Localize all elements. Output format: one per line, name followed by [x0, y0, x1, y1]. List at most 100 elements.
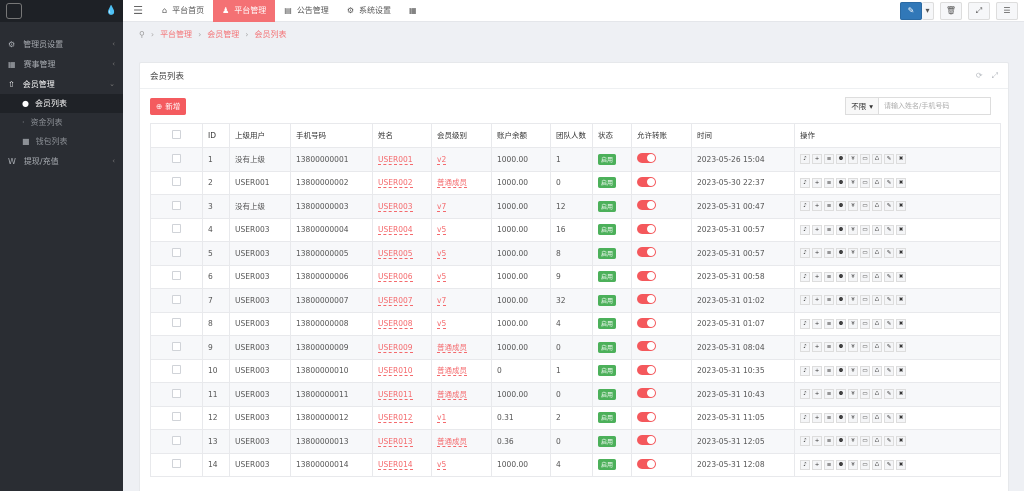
edit-icon[interactable]: ✎ [884, 436, 894, 447]
sidebar-item-admin-settings[interactable]: ⚙ 管理员设置 ‹ [0, 34, 123, 54]
status-badge[interactable]: 启用 [598, 412, 617, 424]
plus-icon[interactable]: + [812, 389, 822, 400]
cell-name-link[interactable]: USER003 [378, 201, 413, 212]
row-checkbox[interactable] [172, 412, 181, 422]
allow-transfer-toggle[interactable] [637, 223, 656, 234]
search-input[interactable] [879, 97, 991, 115]
delete-icon[interactable]: ✖ [896, 389, 906, 400]
card-icon[interactable]: ▭ [860, 342, 870, 353]
edit-icon[interactable]: ✎ [884, 154, 894, 165]
plus-icon[interactable]: + [812, 177, 822, 188]
yen-icon[interactable]: ¥ [848, 201, 858, 212]
list-icon[interactable]: ≡ [824, 201, 834, 212]
delete-icon[interactable]: ✖ [896, 295, 906, 306]
row-checkbox[interactable] [172, 200, 181, 210]
row-checkbox[interactable] [172, 177, 181, 187]
cell-name-link[interactable]: USER006 [378, 272, 413, 283]
plus-icon[interactable]: + [812, 459, 822, 470]
delete-icon[interactable]: ✖ [896, 318, 906, 329]
yen-icon[interactable]: ¥ [848, 412, 858, 423]
users-icon[interactable]: ⚉ [836, 224, 846, 235]
plus-icon[interactable]: + [812, 318, 822, 329]
status-badge[interactable]: 启用 [598, 247, 617, 259]
list-icon[interactable]: ≡ [824, 295, 834, 306]
status-badge[interactable]: 启用 [598, 294, 617, 306]
allow-transfer-toggle[interactable] [637, 341, 656, 352]
edit-icon[interactable]: ✎ [884, 318, 894, 329]
sidebar-right-toggle-button[interactable]: ☰ [996, 1, 1018, 20]
cell-level-link[interactable]: 普通成员 [437, 366, 467, 377]
cell-name-link[interactable]: USER011 [378, 389, 413, 400]
yen-icon[interactable]: ¥ [848, 342, 858, 353]
card-icon[interactable]: ▭ [860, 201, 870, 212]
clear-cache-button[interactable]: 🗑 [940, 1, 962, 20]
bell-icon[interactable]: ♪ [800, 318, 810, 329]
cell-level-link[interactable]: v1 [437, 413, 447, 424]
cell-level-link[interactable]: 普通成员 [437, 178, 467, 189]
recycle-icon[interactable]: ♺ [872, 295, 882, 306]
sidebar-item-members[interactable]: ⇧ 会员管理 ⌄ [0, 74, 123, 94]
delete-icon[interactable]: ✖ [896, 271, 906, 282]
list-icon[interactable]: ≡ [824, 154, 834, 165]
delete-icon[interactable]: ✖ [896, 224, 906, 235]
cell-level-link[interactable]: v5 [437, 319, 447, 330]
list-icon[interactable]: ≡ [824, 177, 834, 188]
edit-icon[interactable]: ✎ [884, 342, 894, 353]
plus-icon[interactable]: + [812, 224, 822, 235]
status-badge[interactable]: 启用 [598, 435, 617, 447]
expand-icon[interactable]: ⤢ [992, 71, 998, 81]
plus-icon[interactable]: + [812, 295, 822, 306]
tab-platform-home[interactable]: ⌂ 平台首页 [153, 0, 213, 22]
card-icon[interactable]: ▭ [860, 295, 870, 306]
edit-icon[interactable]: ✎ [884, 389, 894, 400]
status-badge[interactable]: 启用 [598, 318, 617, 330]
recycle-icon[interactable]: ♺ [872, 177, 882, 188]
cell-name-link[interactable]: USER009 [378, 342, 413, 353]
edit-icon[interactable]: ✎ [884, 201, 894, 212]
row-checkbox[interactable] [172, 271, 181, 281]
menu-toggle-icon[interactable]: ☰ [123, 4, 153, 17]
tab-notice-manage[interactable]: ▤ 公告管理 [275, 0, 338, 22]
users-icon[interactable]: ⚉ [836, 318, 846, 329]
row-checkbox[interactable] [172, 388, 181, 398]
bell-icon[interactable]: ♪ [800, 271, 810, 282]
users-icon[interactable]: ⚉ [836, 295, 846, 306]
tab-extra[interactable]: ▦ [400, 0, 426, 22]
breadcrumb-item[interactable]: 会员列表 [254, 29, 286, 40]
row-checkbox[interactable] [172, 294, 181, 304]
bell-icon[interactable]: ♪ [800, 412, 810, 423]
cell-level-link[interactable]: v5 [437, 248, 447, 259]
yen-icon[interactable]: ¥ [848, 318, 858, 329]
allow-transfer-toggle[interactable] [637, 364, 656, 375]
delete-icon[interactable]: ✖ [896, 248, 906, 259]
delete-icon[interactable]: ✖ [896, 365, 906, 376]
allow-transfer-toggle[interactable] [637, 176, 656, 187]
breadcrumb-item[interactable]: 平台管理 [160, 29, 192, 40]
bell-icon[interactable]: ♪ [800, 224, 810, 235]
row-checkbox[interactable] [172, 247, 181, 257]
status-badge[interactable]: 启用 [598, 271, 617, 283]
recycle-icon[interactable]: ♺ [872, 436, 882, 447]
allow-transfer-toggle[interactable] [637, 458, 656, 469]
delete-icon[interactable]: ✖ [896, 412, 906, 423]
theme-brush-button[interactable]: ✎ [900, 1, 922, 20]
allow-transfer-toggle[interactable] [637, 388, 656, 399]
status-badge[interactable]: 启用 [598, 224, 617, 236]
delete-icon[interactable]: ✖ [896, 177, 906, 188]
status-badge[interactable]: 启用 [598, 200, 617, 212]
users-icon[interactable]: ⚉ [836, 271, 846, 282]
tab-system-settings[interactable]: ⚙ 系统设置 [338, 0, 400, 22]
plus-icon[interactable]: + [812, 248, 822, 259]
card-icon[interactable]: ▭ [860, 436, 870, 447]
plus-icon[interactable]: + [812, 271, 822, 282]
cell-name-link[interactable]: USER001 [378, 154, 413, 165]
yen-icon[interactable]: ¥ [848, 459, 858, 470]
cell-level-link[interactable]: v7 [437, 295, 447, 306]
cell-level-link[interactable]: 普通成员 [437, 389, 467, 400]
delete-icon[interactable]: ✖ [896, 342, 906, 353]
allow-transfer-toggle[interactable] [637, 247, 656, 258]
sidebar-subitem-funds-list[interactable]: · 资金列表 [0, 113, 123, 132]
users-icon[interactable]: ⚉ [836, 248, 846, 259]
delete-icon[interactable]: ✖ [896, 201, 906, 212]
bell-icon[interactable]: ♪ [800, 365, 810, 376]
